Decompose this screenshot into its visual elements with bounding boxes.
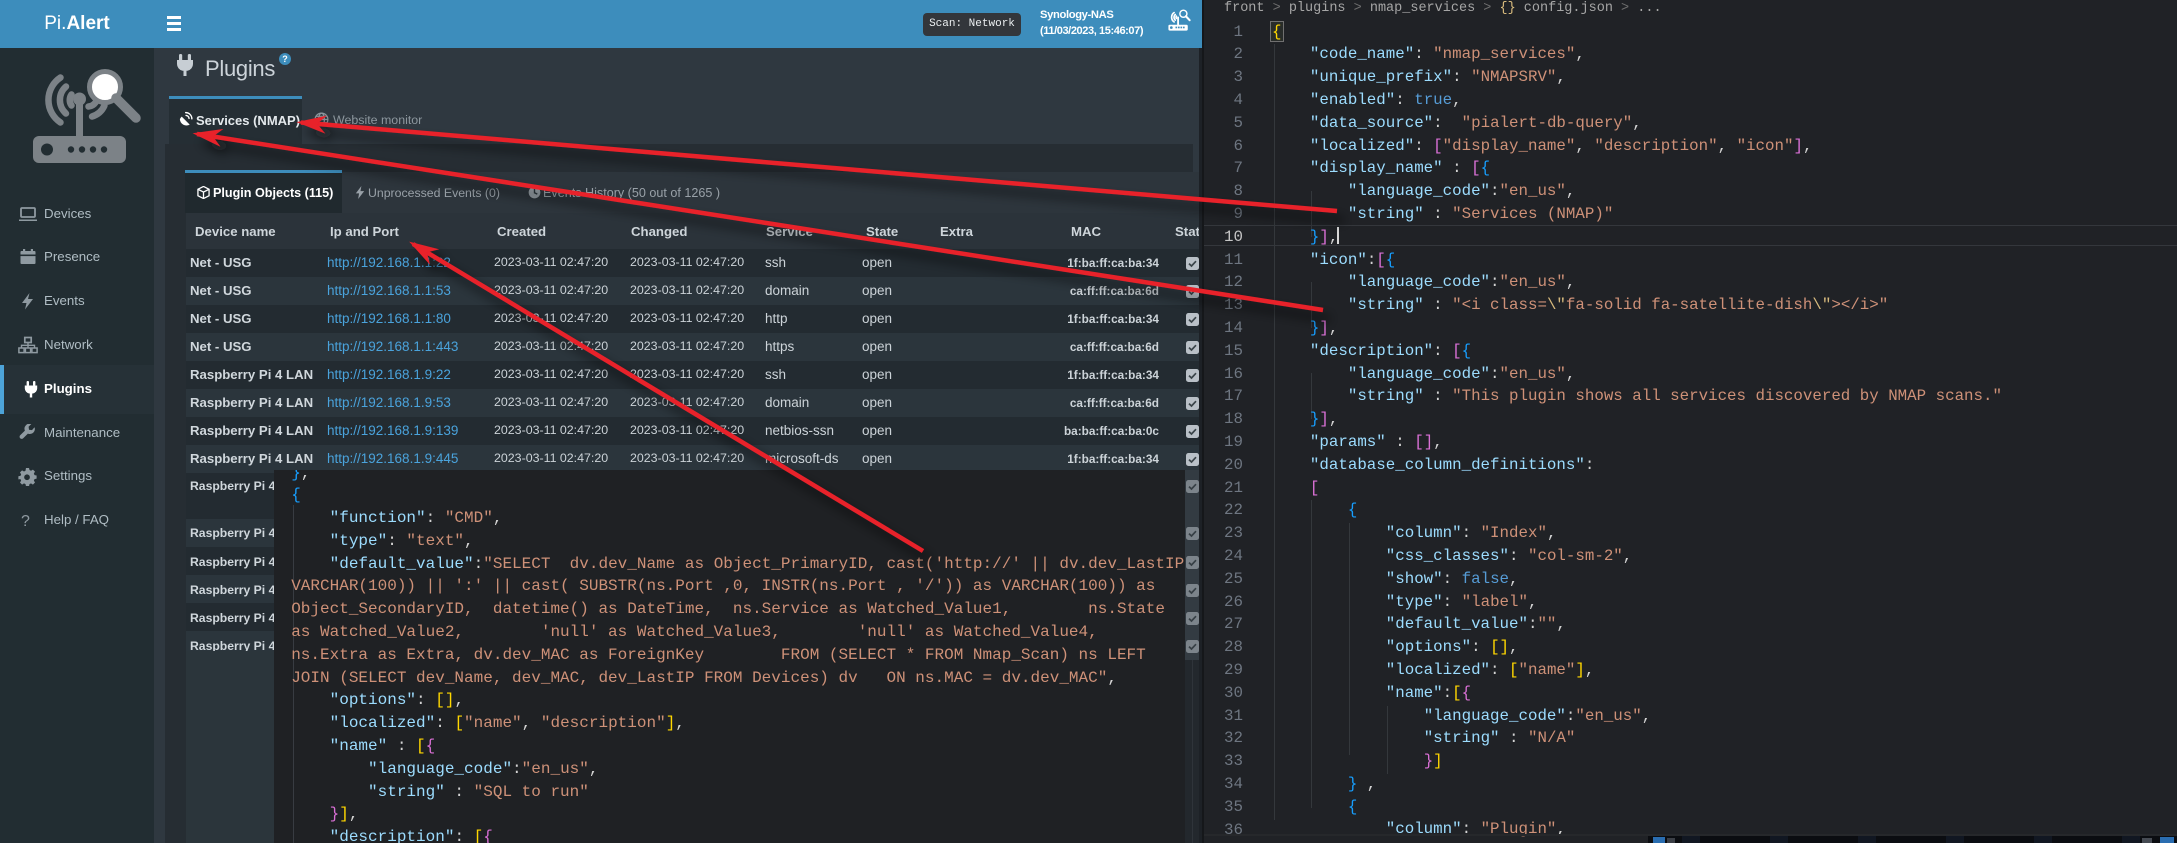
svg-text:?: ? [21,513,30,530]
